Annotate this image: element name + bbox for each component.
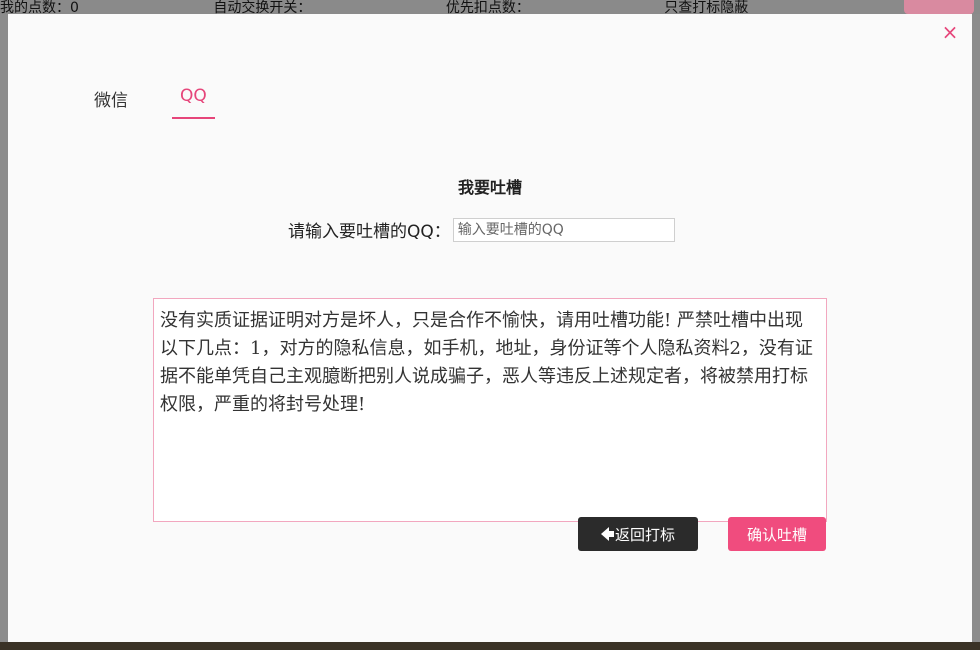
qq-label: 请输入要吐槽的QQ： <box>288 222 451 242</box>
bg-text: 只查打标隐蔽 <box>664 0 749 14</box>
complaint-modal: × 微信 QQ 我要吐槽 请输入要吐槽的QQ： 没有实质证据证明对方是坏人，只是… <box>8 14 972 642</box>
bg-pill <box>904 0 974 14</box>
complaint-textarea[interactable]: 没有实质证据证明对方是坏人，只是合作不愉快，请用吐槽功能! 严禁吐槽中出现以下几… <box>153 298 827 522</box>
bg-left-edge <box>0 14 8 642</box>
close-icon[interactable]: × <box>940 22 960 42</box>
tab-bar: 微信 QQ <box>86 86 215 119</box>
form-title: 我要吐槽 <box>457 178 522 197</box>
tab-wechat[interactable]: 微信 <box>86 86 136 119</box>
arrow-left-icon <box>600 527 614 541</box>
background-toolbar: 我的点数：0 自动交换开关： 优先扣点数： 只查打标隐蔽 <box>0 0 980 14</box>
bg-text: 优先扣点数： <box>445 0 530 14</box>
back-button[interactable]: 返回打标 <box>578 517 698 551</box>
bg-bottom-bar <box>0 642 980 650</box>
qq-input[interactable] <box>452 217 675 242</box>
confirm-button[interactable]: 确认吐槽 <box>728 517 826 551</box>
bg-right-edge <box>972 14 980 642</box>
qq-row: 请输入要吐槽的QQ： <box>288 217 675 242</box>
back-button-label: 返回打标 <box>614 525 675 544</box>
tab-qq[interactable]: QQ <box>172 86 215 119</box>
bg-text: 我的点数：0 <box>0 0 79 14</box>
bg-text: 自动交换开关： <box>213 0 312 14</box>
